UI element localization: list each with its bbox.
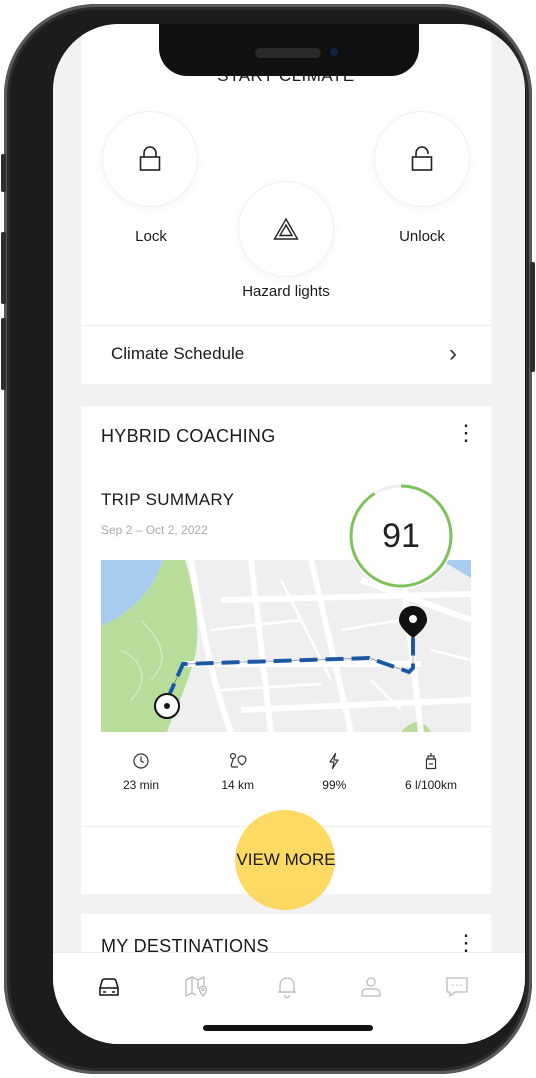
tab-map[interactable] xyxy=(177,967,217,1007)
fuel-icon xyxy=(425,753,437,770)
stat-distance-value: 14 km xyxy=(221,778,254,792)
map-icon xyxy=(185,976,208,997)
home-indicator xyxy=(203,1025,373,1031)
front-camera xyxy=(327,45,341,59)
unlock-button[interactable] xyxy=(375,112,469,206)
chevron-right-icon: › xyxy=(449,340,457,367)
bottom-tab-bar xyxy=(53,952,525,1044)
trip-score-ring: 91 xyxy=(347,482,455,590)
hybrid-coaching-card: HYBRID COACHING ⋮ TRIP SUMMARY Sep 2 – O… xyxy=(81,406,491,910)
volume-down-button xyxy=(1,318,6,390)
climate-schedule-label: Climate Schedule xyxy=(111,344,245,363)
tab-messages[interactable] xyxy=(437,967,477,1007)
trip-summary-title: TRIP SUMMARY xyxy=(101,490,235,509)
app-screen: START CLIMATE Lock Hazard lights xyxy=(53,24,525,1044)
view-more-button[interactable]: VIEW MORE xyxy=(81,826,491,894)
stat-efficiency: 99% xyxy=(294,752,374,812)
trip-stats: 23 min 14 km 99% 6 l/100km xyxy=(101,752,471,812)
lightning-icon xyxy=(329,752,339,770)
tab-profile[interactable] xyxy=(351,967,391,1007)
stat-efficiency-value: 99% xyxy=(322,778,347,792)
tab-vehicle[interactable] xyxy=(89,967,129,1007)
view-more-label: VIEW MORE xyxy=(236,850,336,869)
unlock-label: Unlock xyxy=(399,228,445,245)
lock-icon xyxy=(139,146,161,171)
destinations-more-icon[interactable]: ⋮ xyxy=(455,932,477,954)
phone-frame: START CLIMATE Lock Hazard lights xyxy=(1,4,535,1074)
tab-notifications[interactable] xyxy=(267,967,307,1007)
volume-up-button xyxy=(1,232,6,304)
chat-icon xyxy=(446,977,468,997)
route-icon xyxy=(229,752,247,768)
lock-label: Lock xyxy=(135,228,167,245)
hazard-lights-button[interactable] xyxy=(239,182,333,276)
climate-schedule-row[interactable]: Climate Schedule › xyxy=(81,326,491,382)
lock-button[interactable] xyxy=(103,112,197,206)
trip-score-value: 91 xyxy=(382,516,420,555)
stat-duration: 23 min xyxy=(101,752,181,812)
hazard-lights-label: Hazard lights xyxy=(242,283,330,300)
trip-date-range: Sep 2 – Oct 2, 2022 xyxy=(101,523,208,537)
bell-icon xyxy=(278,977,296,999)
clock-icon xyxy=(133,753,149,769)
stat-duration-value: 23 min xyxy=(122,778,160,792)
hybrid-coaching-title: HYBRID COACHING xyxy=(101,426,276,446)
power-button xyxy=(530,262,535,372)
stat-distance: 14 km xyxy=(198,752,278,812)
start-point-icon xyxy=(154,693,180,719)
mute-switch xyxy=(1,154,6,192)
unlock-icon xyxy=(411,146,433,171)
speaker-grille xyxy=(255,48,321,58)
notch xyxy=(159,24,419,76)
more-options-icon[interactable]: ⋮ xyxy=(455,422,477,444)
hazard-triangle-icon xyxy=(273,217,299,240)
stat-fuel: 6 l/100km xyxy=(391,752,471,812)
car-icon xyxy=(99,978,119,996)
stat-fuel-value: 6 l/100km xyxy=(404,778,457,792)
user-icon xyxy=(361,977,381,997)
climate-card: START CLIMATE Lock Hazard lights xyxy=(81,24,491,384)
